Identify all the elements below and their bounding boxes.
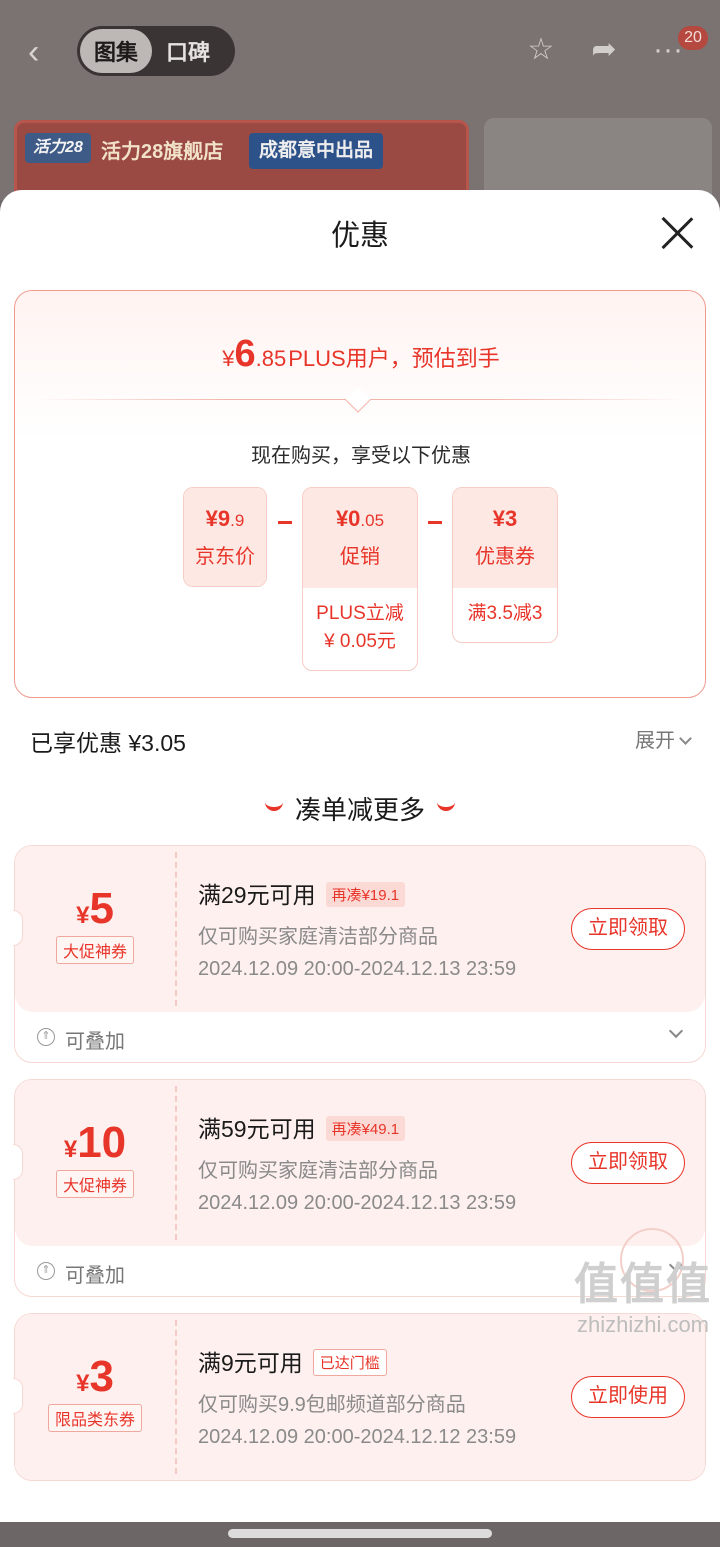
coupon-condition: 满59元可用 xyxy=(198,1116,316,1142)
minus-sign xyxy=(278,521,292,524)
star-icon[interactable]: ☆ xyxy=(521,30,561,70)
watermark-url: zhizhizhi.com xyxy=(576,1312,710,1337)
section-title: 凑单减更多 xyxy=(0,790,720,827)
coupon-currency: ¥ xyxy=(63,1136,78,1163)
promo-sub-title: PLUS立减 xyxy=(316,603,404,624)
dashed-separator xyxy=(175,852,177,1006)
tab-reviews[interactable]: 口碑 xyxy=(152,29,224,73)
coupon-scope: 仅可购买9.9包邮频道部分商品 xyxy=(198,1394,466,1416)
claim-button[interactable]: 立即领取 xyxy=(571,1142,685,1184)
tab-gallery[interactable]: 图集 xyxy=(80,29,153,73)
chevron-down-icon xyxy=(679,732,692,745)
top-segmented-tabs: 图集 口碑 xyxy=(77,26,235,76)
coupon-value: 5 xyxy=(89,884,114,933)
price-estimate-box: ¥6.85PLUS用户，预估到手 现在购买，享受以下优惠 ¥9.9 京东价 ¥0… xyxy=(14,290,706,698)
banner-tag: 成都意中出品 xyxy=(249,133,384,169)
promo-int: ¥0 xyxy=(335,506,361,531)
stack-row[interactable]: ⇑ 可叠加 xyxy=(15,1012,705,1062)
coupon-gap-pill: 再凑¥19.1 xyxy=(325,882,406,907)
jd-price-dec: .9 xyxy=(230,511,245,530)
smile-icon xyxy=(437,801,455,811)
back-arrow-icon[interactable]: ‹ xyxy=(28,30,58,74)
saved-amount: 已享优惠 ¥3.05 xyxy=(30,730,186,756)
claim-button[interactable]: 立即领取 xyxy=(571,908,685,950)
expand-button[interactable]: 展开 xyxy=(635,724,692,753)
currency-symbol: ¥ xyxy=(222,346,235,371)
coupon-card: ¥3 限品类东券 满9元可用 已达门槛 仅可购买9.9包邮频道部分商品 2024.… xyxy=(13,1313,706,1481)
estimate-text: PLUS用户，预估到手 xyxy=(288,346,500,371)
close-icon[interactable] xyxy=(660,216,694,250)
coupon-time: 2024.12.09 20:00-2024.12.13 23:59 xyxy=(198,958,517,980)
estimate-int: 6 xyxy=(234,333,256,375)
coupon-type: 限品类东券 xyxy=(47,1404,142,1432)
chevron-down-icon xyxy=(668,1023,684,1039)
coupon-type: 大促神券 xyxy=(55,936,134,964)
jd-price-int: ¥9 xyxy=(205,506,231,531)
coupon-time: 2024.12.09 20:00-2024.12.13 23:59 xyxy=(198,1192,517,1214)
coupon-value: 3 xyxy=(89,1352,114,1401)
home-indicator[interactable] xyxy=(228,1529,492,1538)
jd-price-box: ¥9.9 京东价 xyxy=(183,487,267,587)
buy-now-caption: 现在购买，享受以下优惠 xyxy=(251,445,471,467)
coupon-scope: 仅可购买家庭清洁部分商品 xyxy=(198,926,438,948)
coupon-gap-pill: 再凑¥49.1 xyxy=(325,1116,406,1141)
coupon-scope: 仅可购买家庭清洁部分商品 xyxy=(198,1160,438,1182)
coupon-int: ¥3 xyxy=(492,506,518,531)
coupon-label: 优惠券 xyxy=(475,546,535,568)
sheet-title: 优惠 xyxy=(330,220,389,252)
use-now-button[interactable]: 立即使用 xyxy=(571,1376,685,1418)
coupon-box: ¥3 优惠券 满3.5减3 xyxy=(452,487,558,643)
coupon-card: ¥5 大促神券 满29元可用 再凑¥19.1 仅可购买家庭清洁部分商品 2024.… xyxy=(13,845,706,1063)
shop-name: 活力28旗舰店 xyxy=(101,141,224,163)
threshold-reached-pill: 已达门槛 xyxy=(312,1349,387,1376)
coupon-condition: 满29元可用 xyxy=(198,882,316,908)
jd-price-label: 京东价 xyxy=(195,546,255,568)
section-title-text: 凑单减更多 xyxy=(294,795,425,825)
stack-label: 可叠加 xyxy=(65,1031,125,1053)
watermark-logo: 值值值 xyxy=(574,1260,712,1309)
coupon-time: 2024.12.09 20:00-2024.12.12 23:59 xyxy=(198,1426,517,1448)
estimate-dec: .85 xyxy=(255,346,287,371)
message-badge: 20 xyxy=(678,26,708,50)
brand-logo: 活力28 xyxy=(25,133,91,163)
share-icon[interactable]: ➦ xyxy=(584,30,624,70)
stack-icon: ⇑ xyxy=(37,1262,55,1280)
divider-notch xyxy=(345,387,371,413)
stack-label: 可叠加 xyxy=(65,1265,125,1287)
estimated-price: ¥6.85PLUS用户，预估到手 xyxy=(15,333,707,376)
promo-sub-amount: ¥ 0.05元 xyxy=(324,631,396,652)
minus-sign xyxy=(428,521,442,524)
coupon-sub: 满3.5减3 xyxy=(467,603,543,624)
dashed-separator xyxy=(175,1320,177,1474)
coupon-condition: 满9元可用 xyxy=(198,1350,303,1376)
watermark: 值值值 zhizhizhi.com xyxy=(574,1248,712,1338)
coupon-type: 大促神券 xyxy=(55,1170,134,1198)
promo-dec: .05 xyxy=(360,511,385,530)
promotion-box: ¥0.05 促销 PLUS立减 ¥ 0.05元 xyxy=(302,487,418,671)
coupon-currency: ¥ xyxy=(76,1370,90,1397)
coupon-value: 10 xyxy=(77,1118,127,1167)
expand-label: 展开 xyxy=(635,730,675,752)
smile-icon xyxy=(264,801,283,811)
promo-label: 促销 xyxy=(340,546,380,568)
coupon-currency: ¥ xyxy=(76,902,90,929)
stack-icon: ⇑ xyxy=(37,1028,55,1046)
dashed-separator xyxy=(175,1086,177,1240)
